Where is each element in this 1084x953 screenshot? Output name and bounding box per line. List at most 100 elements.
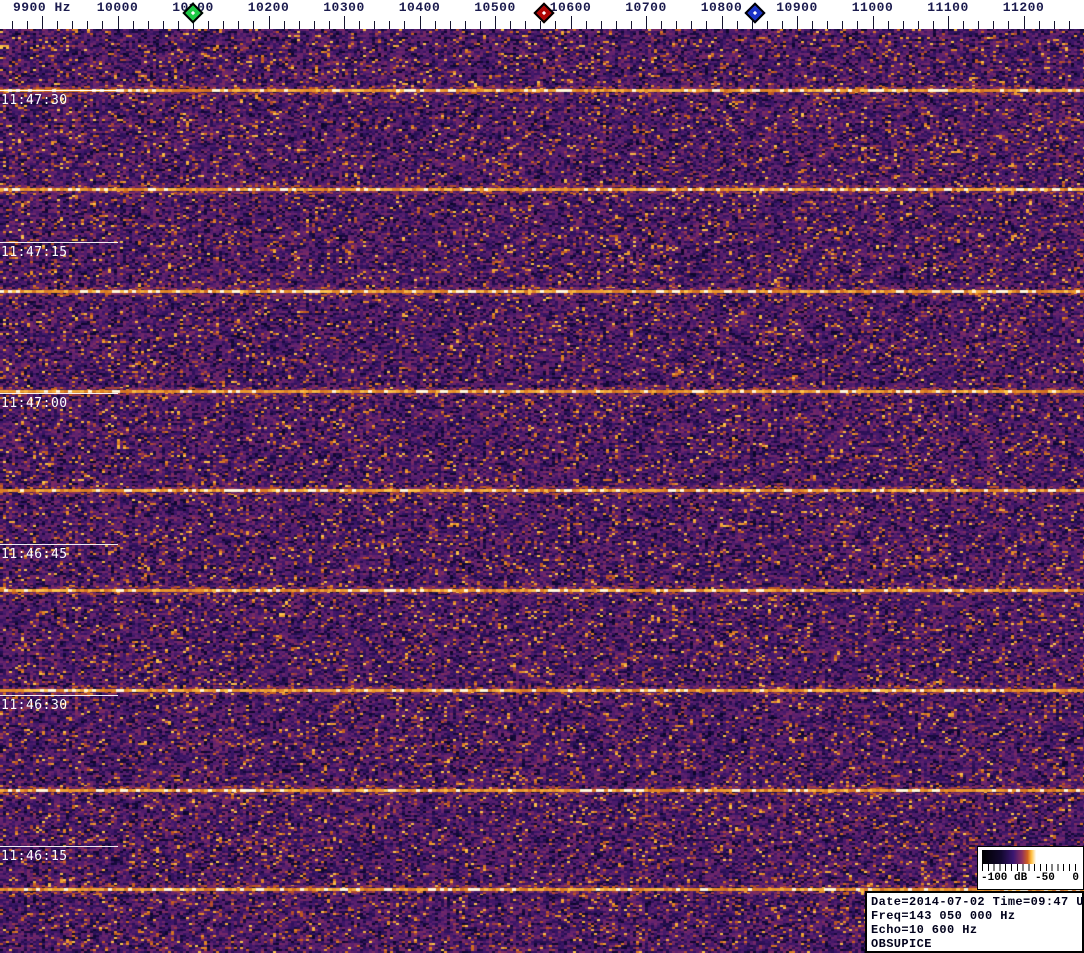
spectrogram-window: 9900 Hz100001010010200103001040010500106…: [0, 0, 1084, 953]
info-echo-frequency: Echo=10 600 Hz: [871, 923, 978, 937]
freq-tick: [479, 21, 481, 29]
freq-tick: [615, 21, 617, 29]
freq-tick: [540, 21, 542, 29]
info-frequency: Freq=143 050 000 Hz: [871, 909, 1016, 923]
info-station-name: OBSUPICE: [871, 937, 932, 951]
freq-tick: [721, 16, 723, 29]
freq-tick: [464, 21, 466, 29]
freq-tick: [11, 21, 13, 29]
freq-tick: [147, 21, 149, 29]
time-label-text: 11:47:00: [1, 396, 68, 411]
freq-tick: [1008, 21, 1010, 29]
freq-axis-label: 10500: [474, 0, 516, 15]
scale-tick-comb: [982, 864, 1077, 871]
waterfall-display[interactable]: [0, 29, 1084, 953]
freq-tick: [253, 21, 255, 29]
freq-tick: [525, 21, 527, 29]
freq-tick: [449, 21, 451, 29]
freq-tick: [298, 21, 300, 29]
freq-tick: [102, 21, 104, 29]
freq-tick: [268, 16, 270, 29]
freq-tick: [404, 21, 406, 29]
freq-tick: [344, 16, 345, 29]
freq-tick: [162, 21, 164, 29]
freq-tick: [872, 16, 874, 29]
freq-tick: [963, 21, 965, 29]
time-label-text: 11:46:15: [1, 849, 68, 864]
freq-tick: [570, 16, 572, 29]
freq-tick: [132, 21, 134, 29]
freq-tick: [495, 16, 496, 29]
freq-tick: [766, 21, 768, 29]
time-label: 11:46:30: [0, 695, 118, 714]
time-label: 11:47:15: [0, 242, 118, 261]
freq-axis-label: 10300: [323, 0, 365, 15]
time-label-text: 11:47:15: [1, 245, 68, 260]
freq-axis-label: 11000: [851, 0, 894, 15]
freq-axis-label: 10600: [549, 0, 592, 15]
freq-tick: [26, 21, 28, 29]
freq-tick: [600, 21, 602, 29]
freq-tick: [706, 21, 708, 29]
freq-tick: [751, 21, 753, 29]
freq-tick: [736, 21, 738, 29]
freq-axis-label: 11200: [1002, 0, 1045, 15]
freq-tick: [389, 21, 391, 29]
freq-tick: [208, 21, 210, 29]
freq-tick: [117, 16, 119, 29]
freq-axis-label: 11100: [927, 0, 969, 15]
scale-label-max: 0: [1072, 872, 1079, 884]
freq-tick: [57, 21, 59, 29]
freq-tick: [585, 21, 587, 29]
freq-axis-label: 10400: [398, 0, 441, 15]
freq-tick: [661, 21, 663, 29]
freq-tick: [223, 21, 225, 29]
time-label: 11:46:45: [0, 544, 118, 563]
freq-tick: [419, 16, 421, 29]
freq-tick: [1038, 21, 1040, 29]
frequency-axis[interactable]: 9900 Hz100001010010200103001040010500106…: [0, 0, 1084, 29]
freq-tick: [1023, 16, 1025, 29]
freq-tick: [902, 21, 904, 29]
freq-tick: [887, 21, 889, 29]
freq-tick: [328, 21, 330, 29]
time-label: 11:46:15: [0, 846, 118, 865]
freq-tick: [993, 21, 995, 29]
marker-center-dot: [541, 10, 547, 16]
freq-axis-label: 10000: [96, 0, 139, 15]
freq-tick: [72, 21, 74, 29]
freq-tick: [917, 21, 919, 29]
marker-center-dot: [190, 10, 196, 16]
freq-axis-label: 10200: [247, 0, 290, 15]
freq-tick: [177, 21, 179, 29]
freq-tick: [932, 21, 934, 29]
status-info-box: Date=2014-07-02 Time=09:47 UTC Freq=143 …: [865, 891, 1084, 953]
freq-tick: [978, 21, 980, 29]
freq-tick: [359, 21, 361, 29]
freq-tick: [676, 21, 678, 29]
color-gradient-bar: [982, 850, 1077, 864]
freq-tick: [857, 21, 859, 29]
freq-tick: [87, 21, 89, 29]
freq-tick: [797, 16, 798, 29]
freq-axis-label: 10700: [625, 0, 667, 15]
scale-label-mid: -50: [1035, 872, 1055, 884]
freq-tick: [42, 16, 43, 29]
time-label-text: 11:46:45: [1, 547, 68, 562]
freq-tick: [1068, 21, 1070, 29]
freq-tick: [781, 21, 783, 29]
time-label: 11:47:30: [0, 90, 118, 109]
freq-tick: [1053, 21, 1055, 29]
freq-tick: [238, 21, 240, 29]
time-label: 11:47:00: [0, 393, 118, 412]
scale-labels: -100 dB -50 0: [978, 872, 1083, 887]
freq-tick: [313, 21, 315, 29]
blue-marker-diamond-icon[interactable]: [744, 2, 767, 24]
freq-tick: [630, 21, 632, 29]
marker-center-dot: [753, 10, 758, 16]
info-date-time: Date=2014-07-02 Time=09:47 UTC: [871, 895, 1084, 909]
freq-axis-label: 10800: [700, 0, 743, 15]
freq-tick: [948, 16, 949, 29]
freq-tick: [434, 21, 436, 29]
freq-axis-label: 9900 Hz: [12, 0, 72, 15]
